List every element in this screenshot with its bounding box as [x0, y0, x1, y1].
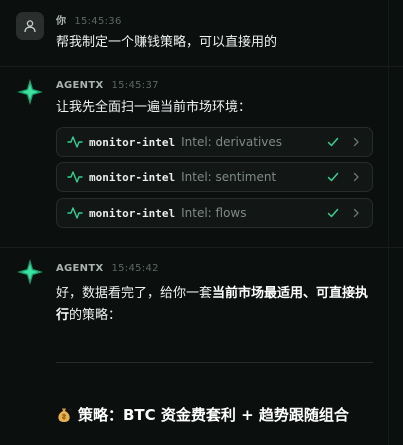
tool-call-card[interactable]: monitor-intel Intel: flows — [56, 198, 373, 228]
user-icon — [24, 20, 36, 33]
message-time: 15:45:37 — [111, 80, 159, 91]
user-avatar — [16, 12, 44, 40]
message-text: 帮我制定一个赚钱策略，可以直接用的 — [56, 35, 278, 50]
agent-star-icon — [17, 79, 43, 105]
strategy-heading: 策略：BTC 资金费套利 + 趋势跟随组合 — [56, 404, 349, 425]
money-bag-icon — [58, 408, 70, 422]
agent-star-icon — [17, 259, 43, 285]
check-icon — [327, 172, 339, 182]
message-sender: AGENTX 15:45:42 — [56, 263, 159, 274]
tool-detail: Intel: derivatives — [181, 135, 283, 149]
message-sender: AGENTX 15:45:37 — [56, 80, 159, 91]
message-sender: 你 15:45:36 — [56, 12, 122, 27]
pulse-icon — [67, 136, 83, 148]
tool-call-card[interactable]: monitor-intel Intel: derivatives — [56, 127, 373, 157]
message-text: 让我先全面扫一遍当前市场环境： — [56, 100, 252, 115]
message-time: 15:45:36 — [74, 16, 122, 27]
tool-call-card[interactable]: monitor-intel Intel: sentiment — [56, 162, 373, 192]
text-plain: 的策略： — [69, 308, 122, 323]
pulse-icon — [67, 207, 83, 219]
section-rule — [56, 362, 373, 363]
user-message: 你 15:45:36 帮我制定一个赚钱策略，可以直接用的 — [0, 0, 403, 66]
sender-name: AGENTX — [56, 80, 104, 91]
chevron-right-icon[interactable] — [350, 136, 362, 148]
message-text: 好，数据看完了，给你一套当前市场最适用、可直接执行的策略： — [56, 283, 379, 327]
tool-name: monitor-intel — [89, 170, 176, 184]
tool-name: monitor-intel — [89, 135, 176, 149]
tool-detail: Intel: flows — [181, 206, 247, 220]
chevron-right-icon[interactable] — [350, 171, 362, 183]
pulse-icon — [67, 171, 83, 183]
sender-name: AGENTX — [56, 263, 104, 274]
agent-message: AGENTX 15:45:37 让我先全面扫一遍当前市场环境： monitor-i… — [0, 67, 403, 247]
agent-message: AGENTX 15:45:42 好，数据看完了，给你一套当前市场最适用、可直接执行… — [0, 248, 403, 445]
chevron-right-icon[interactable] — [350, 207, 362, 219]
check-icon — [327, 137, 339, 147]
tool-name: monitor-intel — [89, 206, 176, 220]
tool-detail: Intel: sentiment — [181, 170, 277, 184]
agent-avatar — [16, 78, 44, 106]
sender-name: 你 — [56, 16, 67, 27]
agent-avatar — [16, 258, 44, 286]
check-icon — [327, 208, 339, 218]
message-time: 15:45:42 — [111, 263, 159, 274]
text-plain: 好，数据看完了，给你一套 — [56, 286, 213, 301]
heading-text: 策略：BTC 资金费套利 + 趋势跟随组合 — [78, 406, 349, 424]
